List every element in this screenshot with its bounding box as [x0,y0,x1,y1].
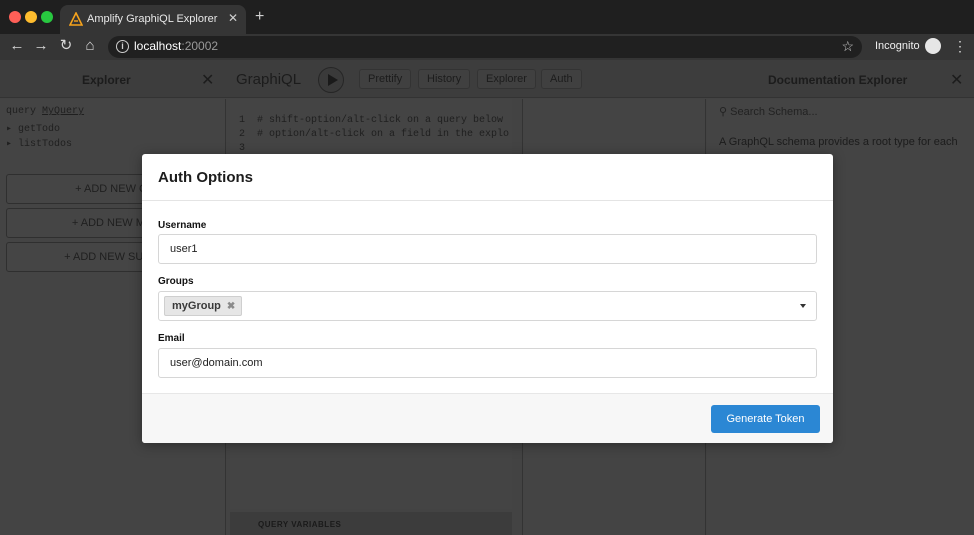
back-arrow-icon[interactable]: ← [9,38,25,54]
home-icon[interactable]: ⌂ [82,38,98,54]
url-text: localhost:20002 [134,39,218,53]
graphiql-title: GraphiQL [236,71,302,88]
run-query-button[interactable] [318,67,344,93]
groups-select[interactable]: myGroup ✖ [158,291,817,321]
amplify-logo-icon [69,12,83,26]
tab-close-icon[interactable]: ✕ [228,11,238,25]
incognito-icon[interactable] [925,38,941,54]
reload-icon[interactable]: ↻ [58,38,74,54]
line-number: 2 [239,129,246,140]
query-variables-bar[interactable]: QUERY VARIABLES [230,512,512,535]
search-icon: ⚲ [719,106,728,118]
remove-chip-icon[interactable]: ✖ [227,298,235,316]
groups-label: Groups [158,276,194,287]
browser-toolbar: ← → ↻ ⌂ i localhost:20002 ☆ Incognito ⋮ [0,34,974,60]
explorer-field[interactable]: ▸ getTodo [6,123,60,135]
generate-token-button[interactable]: Generate Token [711,405,820,433]
forward-arrow-icon[interactable]: → [33,38,49,54]
query-name[interactable]: MyQuery [42,106,84,117]
explorer-title: Explorer [82,73,131,87]
dialog-title: Auth Options [158,169,253,186]
url-host: localhost [134,39,182,53]
url-port: :20002 [181,39,219,53]
email-label: Email [158,333,185,344]
group-chip: myGroup ✖ [164,296,243,316]
explorer-field[interactable]: ▸ listTodos [6,138,72,150]
docs-title: Documentation Explorer [768,73,908,87]
tab-title: Amplify GraphiQL Explorer [87,13,218,25]
profile-label: Incognito [875,40,920,52]
explorer-close-icon[interactable]: ✕ [201,70,214,90]
docs-search-placeholder: Search Schema... [730,106,818,118]
email-input[interactable] [158,348,817,378]
bookmark-star-icon[interactable]: ☆ [841,38,854,55]
prettify-button[interactable]: Prettify [359,69,412,89]
line-number: 1 [239,115,246,126]
new-tab-icon[interactable]: + [255,9,264,25]
chevron-down-icon[interactable] [800,304,806,308]
docs-search[interactable]: ⚲ Search Schema... [719,105,818,118]
editor-line: # shift-option/alt-click on a query belo… [257,115,504,126]
window-minimize-button[interactable] [25,11,37,23]
browser-tab[interactable]: Amplify GraphiQL Explorer ✕ [60,5,246,34]
more-menu-icon[interactable]: ⋮ [953,38,967,54]
auth-button[interactable]: Auth [541,69,582,89]
info-icon[interactable]: i [116,40,129,53]
docs-intro: A GraphQL schema provides a root type fo… [719,136,958,148]
address-bar[interactable]: i localhost:20002 ☆ [108,36,862,58]
explorer-field-label: getTodo [18,124,61,135]
username-input[interactable] [158,234,817,264]
docs-close-icon[interactable]: ✕ [950,70,963,90]
group-chip-label: myGroup [172,300,221,312]
explorer-field-label: listTodos [18,139,73,150]
dialog-footer: Generate Token [142,393,833,443]
query-keyword: query [6,106,37,117]
query-line: query MyQuery [6,106,84,117]
query-variables-label: QUERY VARIABLES [258,520,342,529]
editor-line: # option/alt-click on a field in the exp… [257,129,510,140]
browser-tab-bar: Amplify GraphiQL Explorer ✕ + [0,0,974,34]
line-number: 3 [239,143,246,154]
explorer-button[interactable]: Explorer [477,69,536,89]
auth-options-dialog: Auth Options Username Groups myGroup ✖ Em… [142,154,833,443]
window-close-button[interactable] [9,11,21,23]
username-label: Username [158,220,207,231]
history-button[interactable]: History [418,69,471,89]
dialog-header: Auth Options [142,154,833,201]
app-header: Explorer ✕ GraphiQL Prettify History Exp… [0,60,974,98]
window-zoom-button[interactable] [41,11,53,23]
